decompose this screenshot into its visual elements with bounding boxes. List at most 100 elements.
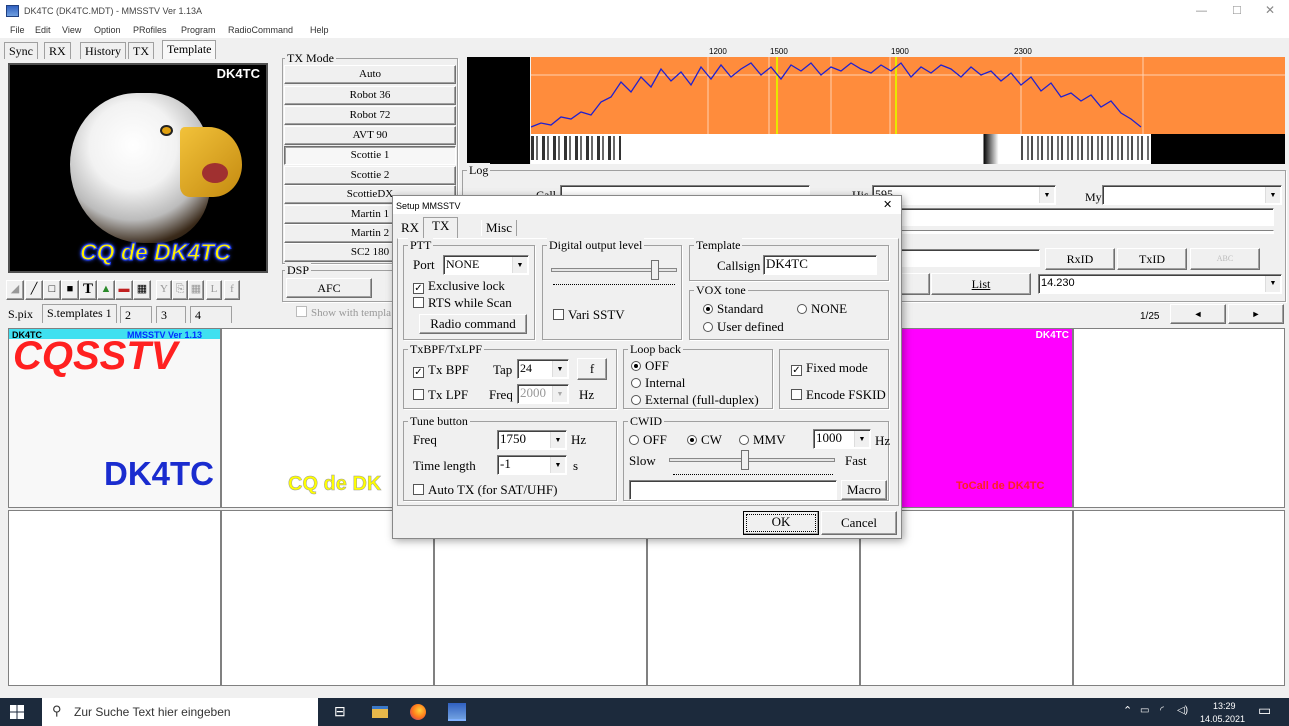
menu-edit[interactable]: Edit — [35, 22, 51, 38]
loop-off-radio[interactable]: OFF — [631, 359, 669, 373]
menu-file[interactable]: File — [10, 22, 25, 38]
mode-scottie2-button[interactable]: Scottie 2 — [284, 166, 456, 185]
text-tool-icon[interactable]: T — [79, 280, 97, 300]
list-button[interactable]: List — [931, 273, 1031, 295]
menu-help[interactable]: Help — [310, 22, 329, 38]
chevron-down-icon[interactable]: ▼ — [550, 432, 565, 448]
cwid-rate-select[interactable]: 1000 ▼ — [813, 429, 871, 449]
chevron-down-icon[interactable]: ▼ — [552, 386, 567, 402]
tab-template[interactable]: Template — [162, 40, 217, 59]
ok-button[interactable]: OK — [743, 511, 819, 535]
notification-icon[interactable]: ▭ — [1258, 703, 1271, 717]
tab-rx[interactable]: RX — [44, 42, 71, 59]
color-bar-icon[interactable]: ▬ — [115, 280, 133, 300]
log-qth-input[interactable] — [900, 249, 1040, 267]
menu-profiles[interactable]: PRofiles — [133, 22, 167, 38]
fixed-mode-checkbox[interactable]: ✓ Fixed mode — [791, 361, 868, 376]
minimize-button[interactable]: — — [1196, 4, 1207, 18]
task-view-icon[interactable]: ⊟ — [334, 704, 346, 718]
tune-freq-select[interactable]: 1750 ▼ — [497, 430, 567, 450]
afc-button[interactable]: AFC — [286, 278, 372, 298]
mode-scottie1-button[interactable]: Scottie 1 — [284, 146, 456, 165]
mode-avt90-button[interactable]: AVT 90 — [284, 126, 456, 145]
chevron-down-icon[interactable]: ▼ — [1265, 276, 1280, 292]
tab-spix[interactable]: S.pix — [4, 306, 38, 322]
mode-robot36-button[interactable]: Robot 36 — [284, 86, 456, 105]
log-edit-button[interactable] — [900, 273, 930, 295]
chevron-down-icon[interactable]: ▼ — [552, 361, 567, 377]
menu-option[interactable]: Option — [94, 22, 121, 38]
maximize-button[interactable]: □ — [1233, 3, 1241, 17]
radio-command-button[interactable]: Radio command — [419, 314, 527, 334]
cwid-off-radio[interactable]: OFF — [629, 433, 667, 447]
show-with-template-checkbox[interactable]: Show with templa — [296, 306, 391, 320]
time-length-select[interactable]: -1 ▼ — [497, 455, 567, 475]
arrow-tool-icon[interactable]: ◢ — [6, 280, 24, 300]
taskbar-search-box[interactable]: ⚲ Zur Suche Text hier eingeben — [42, 698, 318, 726]
lpf-freq-select[interactable]: 2000 ▼ — [517, 384, 569, 404]
tab-tx[interactable]: TX — [128, 42, 154, 59]
template-cell-1[interactable]: DK4TC MMSSTV Ver 1.13 CQSSTV DK4TC — [8, 328, 221, 508]
vox-none-radio[interactable]: NONE — [797, 302, 847, 316]
close-button[interactable]: ✕ — [1265, 3, 1275, 17]
cancel-button[interactable]: Cancel — [821, 511, 897, 535]
chevron-down-icon[interactable]: ▼ — [512, 257, 527, 273]
f-tool-icon[interactable]: f — [224, 280, 240, 300]
fill-rect-tool-icon[interactable]: ■ — [61, 280, 79, 300]
vari-sstv-checkbox[interactable]: Vari SSTV — [553, 308, 625, 322]
mode-auto-button[interactable]: Auto — [284, 65, 456, 84]
exclusive-lock-checkbox[interactable]: ✓ Exclusive lock — [413, 279, 505, 294]
grid-tool-icon[interactable]: ▦ — [133, 280, 151, 300]
menu-view[interactable]: View — [62, 22, 81, 38]
loop-external-radio[interactable]: External (full-duplex) — [631, 393, 759, 407]
cwid-mmv-radio[interactable]: MMV — [739, 433, 786, 447]
copy-tool-icon[interactable]: ⎘ — [172, 280, 188, 300]
tab-stemplates3[interactable]: 3 — [156, 306, 186, 323]
chevron-down-icon[interactable]: ▼ — [1039, 187, 1054, 203]
tap-select[interactable]: 24 ▼ — [517, 359, 569, 379]
log-name-input[interactable] — [900, 208, 1274, 226]
template-cell-6[interactable] — [1073, 328, 1285, 508]
chevron-down-icon[interactable]: ▼ — [1265, 187, 1280, 203]
template-cell-12[interactable] — [1073, 510, 1285, 686]
auto-tx-checkbox[interactable]: Auto TX (for SAT/UHF) — [413, 483, 557, 497]
log-note-input[interactable] — [900, 230, 1274, 234]
line-tool-icon[interactable]: ╱ — [25, 280, 43, 300]
txlpf-checkbox[interactable]: Tx LPF — [413, 388, 468, 402]
file-explorer-icon[interactable] — [372, 706, 388, 718]
macro-button[interactable]: Macro — [841, 480, 887, 500]
cwid-speed-slider[interactable] — [741, 450, 749, 470]
tab-stemplates1[interactable]: S.templates 1 — [42, 304, 117, 323]
rxid-button[interactable]: RxID — [1045, 248, 1115, 270]
bpf-f-button[interactable]: f — [577, 358, 607, 380]
dialog-tab-tx[interactable]: TX — [423, 217, 459, 238]
port-select[interactable]: NONE ▼ — [443, 255, 529, 275]
cwid-cw-radio[interactable]: CW — [687, 433, 722, 447]
cwid-text-input[interactable] — [629, 480, 837, 500]
tab-history[interactable]: History — [80, 42, 126, 59]
callsign-input[interactable]: DK4TC — [763, 255, 877, 275]
abc-button[interactable]: ABC — [1190, 248, 1260, 270]
l-tool-icon[interactable]: L — [206, 280, 222, 300]
tab-sync[interactable]: Sync — [4, 42, 38, 59]
digital-output-slider[interactable] — [651, 260, 659, 280]
vox-user-radio[interactable]: User defined — [703, 320, 784, 334]
vox-standard-radio[interactable]: Standard — [703, 302, 763, 316]
volume-icon[interactable]: ◁) — [1177, 704, 1188, 718]
menu-radiocommand[interactable]: RadioCommand — [228, 22, 293, 38]
dialog-tab-rx[interactable]: RX — [397, 220, 424, 236]
chevron-down-icon[interactable]: ▼ — [854, 431, 869, 447]
windows-start-icon[interactable] — [10, 705, 24, 719]
firefox-icon[interactable] — [410, 704, 426, 720]
tab-stemplates2[interactable]: 2 — [120, 306, 152, 323]
waterfall-display[interactable] — [531, 134, 1285, 164]
next-page-button[interactable]: ► — [1228, 304, 1284, 324]
image-tool-icon[interactable]: ▲ — [97, 280, 115, 300]
encode-fskid-checkbox[interactable]: Encode FSKID — [791, 388, 886, 402]
txid-button[interactable]: TxID — [1117, 248, 1187, 270]
rect-tool-icon[interactable]: □ — [43, 280, 61, 300]
mode-robot72-button[interactable]: Robot 72 — [284, 106, 456, 125]
table-tool-icon[interactable]: ▦ — [188, 280, 204, 300]
dialog-close-button[interactable]: ✕ — [883, 198, 892, 212]
my-select[interactable]: ▼ — [1102, 185, 1282, 205]
